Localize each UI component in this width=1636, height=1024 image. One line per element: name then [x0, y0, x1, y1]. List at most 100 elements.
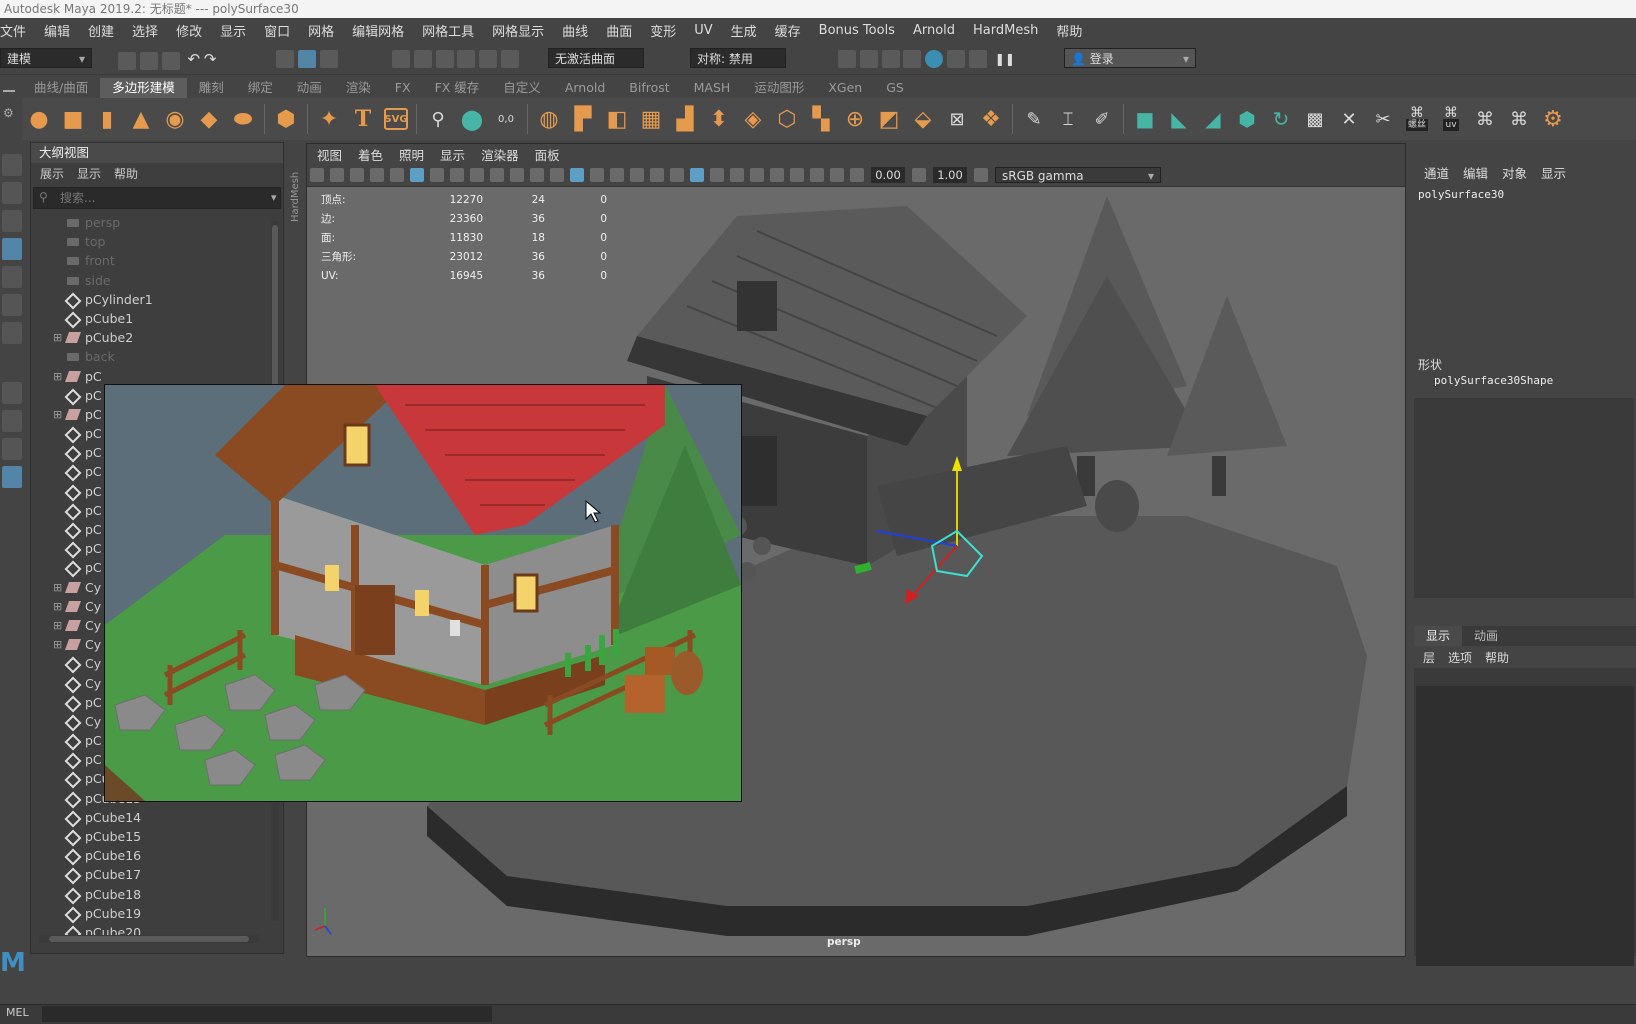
menu-item[interactable]: 网格显示: [483, 21, 553, 40]
menu-item[interactable]: Arnold: [904, 23, 964, 38]
wireframe-mode-icon[interactable]: [550, 168, 564, 182]
selected-object-name[interactable]: polySurface30: [1412, 184, 1636, 201]
shelf-tab[interactable]: 自定义: [491, 78, 553, 98]
exposure-field[interactable]: 0.00: [871, 167, 905, 183]
undo-icon[interactable]: ↶: [187, 50, 200, 68]
outliner-menu-item[interactable]: 显示: [68, 163, 105, 185]
type-icon[interactable]: T: [350, 106, 376, 132]
outliner-item[interactable]: front: [31, 251, 267, 270]
sew-uv-icon[interactable]: ✕: [1336, 106, 1362, 132]
mirror-icon[interactable]: 0,0: [493, 106, 519, 132]
outliner-item[interactable]: pCube16: [31, 846, 267, 866]
menu-item[interactable]: 选择: [123, 21, 167, 40]
python-script-icon[interactable]: ⌘: [1472, 106, 1498, 132]
expand-icon[interactable]: ⊞: [53, 616, 62, 635]
layout-four-icon[interactable]: [2, 410, 22, 432]
shelf-tab[interactable]: Arnold: [553, 78, 617, 98]
menu-item[interactable]: 网格工具: [413, 21, 483, 40]
poly-cone-icon[interactable]: ▲: [128, 106, 154, 132]
snap-curve-icon[interactable]: [413, 50, 432, 68]
append-polygon-icon[interactable]: ▚: [808, 106, 834, 132]
poly-torus-icon[interactable]: ◉: [162, 106, 188, 132]
extrude-icon[interactable]: ▟: [672, 106, 698, 132]
combine-icon[interactable]: ⚲: [425, 106, 451, 132]
shelf-tab[interactable]: MASH: [682, 78, 743, 98]
platonic-solid-icon[interactable]: ⬢: [273, 106, 299, 132]
outliner-search-input[interactable]: 搜索...: [33, 187, 281, 209]
open-scene-icon[interactable]: [139, 51, 158, 70]
menu-item[interactable]: 缓存: [766, 21, 810, 40]
camera-icon[interactable]: [310, 168, 324, 182]
outliner-item[interactable]: pCube1: [31, 309, 267, 329]
select-component-icon[interactable]: [319, 50, 338, 68]
symmetry-dropdown[interactable]: 对称: 禁用: [690, 48, 786, 68]
gate-mask-icon[interactable]: [470, 168, 484, 182]
channel-box-menu-item[interactable]: 显示: [1541, 163, 1566, 182]
layout-single-icon[interactable]: [2, 382, 22, 404]
menu-item[interactable]: 编辑网格: [343, 21, 413, 40]
select-object-icon[interactable]: [297, 50, 316, 68]
render-region-icon[interactable]: [968, 50, 987, 68]
layout-two-icon[interactable]: [2, 438, 22, 460]
rotate-tool-icon[interactable]: [2, 266, 22, 288]
select-tool-icon[interactable]: [2, 154, 22, 176]
outliner-h-scroll-thumb[interactable]: [49, 936, 249, 942]
chevron-down-icon[interactable]: ▾: [271, 191, 277, 204]
shadows-icon[interactable]: [650, 168, 664, 182]
menu-item[interactable]: 创建: [79, 21, 123, 40]
poly-sphere-icon[interactable]: ●: [26, 106, 52, 132]
safe-title-icon[interactable]: [530, 168, 544, 182]
menu-item[interactable]: 曲线: [553, 21, 597, 40]
gamma-field[interactable]: 1.00: [933, 167, 967, 183]
render-settings-icon[interactable]: [881, 50, 900, 68]
separate-icon[interactable]: ⬤: [459, 106, 485, 132]
shelf-tab[interactable]: GS: [874, 78, 916, 98]
expand-icon[interactable]: ⊞: [53, 405, 62, 424]
outliner-item[interactable]: pCube15: [31, 827, 267, 847]
expand-icon[interactable]: ⊞: [53, 367, 62, 386]
expand-icon[interactable]: ⊞: [53, 328, 62, 347]
exposure-icon[interactable]: [850, 168, 864, 182]
grid-icon[interactable]: [390, 168, 404, 182]
select-hierarchy-icon[interactable]: [276, 50, 294, 68]
shelf-tab[interactable]: Bifrost: [617, 78, 681, 98]
arnold-render-icon[interactable]: [925, 50, 944, 68]
menu-item[interactable]: 帮助: [1047, 21, 1091, 40]
viewport-menu-item[interactable]: 渲染器: [481, 145, 519, 164]
layer-menu-item[interactable]: 层: [1423, 649, 1435, 666]
camera-attr-icon[interactable]: [330, 168, 344, 182]
layer-tab[interactable]: 显示: [1414, 626, 1463, 646]
isolate-select-icon[interactable]: [690, 168, 704, 182]
last-tool-icon[interactable]: [2, 322, 22, 344]
fill-hole-icon[interactable]: ⬡: [774, 106, 800, 132]
quad-draw-icon[interactable]: ⬙: [910, 106, 936, 132]
layer-menu-item[interactable]: 选项: [1448, 649, 1472, 666]
redo-icon[interactable]: ↷: [204, 50, 217, 68]
render-frame-icon[interactable]: [838, 50, 856, 68]
shelf-tab[interactable]: 多边形建模: [100, 78, 187, 98]
poly-cube-icon[interactable]: ■: [60, 106, 86, 132]
pencil-icon[interactable]: ✎: [1021, 106, 1047, 132]
snap-surface-icon[interactable]: [479, 50, 498, 68]
xray-icon[interactable]: [710, 168, 724, 182]
backface-culling-icon[interactable]: [770, 168, 784, 182]
xray-joints-icon[interactable]: [730, 168, 744, 182]
poly-plane-icon[interactable]: ◆: [196, 106, 222, 132]
login-dropdown[interactable]: 👤 登录 ▾: [1064, 48, 1196, 68]
lights-icon[interactable]: [630, 168, 644, 182]
textured-icon[interactable]: [610, 168, 624, 182]
outliner-menu-item[interactable]: 帮助: [105, 163, 142, 185]
channel-box-menu-item[interactable]: 编辑: [1463, 163, 1488, 182]
gear-icon[interactable]: ⚙: [3, 106, 18, 120]
shelf-menu-icon[interactable]: [3, 90, 15, 92]
expand-icon[interactable]: ⊞: [53, 597, 62, 616]
layer-menu-item[interactable]: 帮助: [1485, 649, 1509, 666]
field-chart-icon[interactable]: [490, 168, 504, 182]
menu-item[interactable]: 编辑: [35, 21, 79, 40]
gamma-icon[interactable]: [912, 168, 926, 182]
menu-item[interactable]: 曲面: [597, 21, 641, 40]
viewport-menu-item[interactable]: 显示: [440, 145, 465, 164]
ambient-occlusion-icon[interactable]: [670, 168, 684, 182]
python-script-icon[interactable]: ⌘: [1506, 106, 1532, 132]
slide-edge-icon[interactable]: ✐: [1089, 106, 1115, 132]
